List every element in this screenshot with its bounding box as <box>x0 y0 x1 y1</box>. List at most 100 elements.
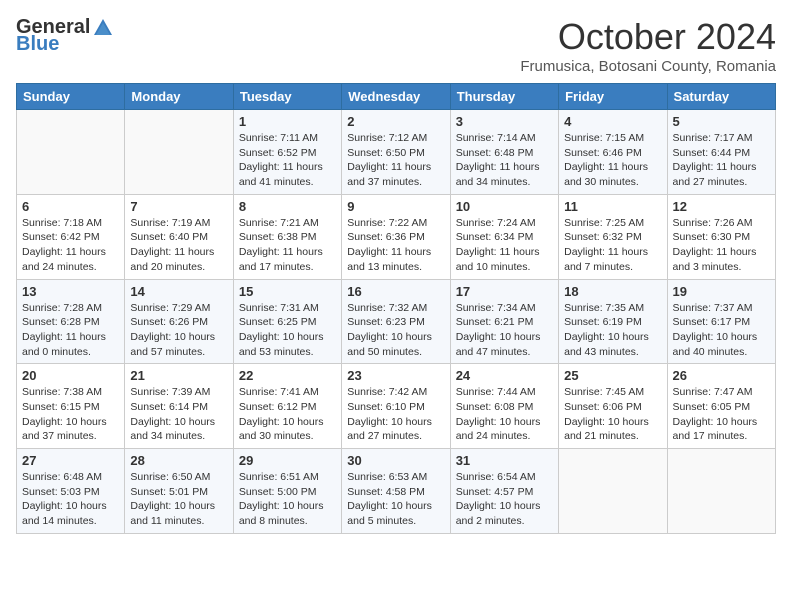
calendar-header-wednesday: Wednesday <box>342 84 450 110</box>
calendar-header-thursday: Thursday <box>450 84 558 110</box>
day-content: Sunrise: 7:14 AM Sunset: 6:48 PM Dayligh… <box>456 131 553 190</box>
calendar: SundayMondayTuesdayWednesdayThursdayFrid… <box>16 83 776 534</box>
calendar-header-friday: Friday <box>559 84 667 110</box>
day-content: Sunrise: 7:19 AM Sunset: 6:40 PM Dayligh… <box>130 216 227 275</box>
calendar-cell: 30 Sunrise: 6:53 AM Sunset: 4:58 PM Dayli… <box>342 449 450 534</box>
calendar-header-tuesday: Tuesday <box>233 84 341 110</box>
day-content: Sunrise: 7:24 AM Sunset: 6:34 PM Dayligh… <box>456 216 553 275</box>
calendar-cell: 26 Sunrise: 7:47 AM Sunset: 6:05 PM Dayli… <box>667 364 775 449</box>
day-content: Sunrise: 7:12 AM Sunset: 6:50 PM Dayligh… <box>347 131 444 190</box>
day-content: Sunrise: 7:22 AM Sunset: 6:36 PM Dayligh… <box>347 216 444 275</box>
day-number: 21 <box>130 368 227 383</box>
day-number: 12 <box>673 199 770 214</box>
day-content: Sunrise: 7:21 AM Sunset: 6:38 PM Dayligh… <box>239 216 336 275</box>
calendar-week-1: 1 Sunrise: 7:11 AM Sunset: 6:52 PM Daylig… <box>17 110 776 195</box>
day-content: Sunrise: 7:41 AM Sunset: 6:12 PM Dayligh… <box>239 385 336 444</box>
day-number: 8 <box>239 199 336 214</box>
calendar-cell: 29 Sunrise: 6:51 AM Sunset: 5:00 PM Dayli… <box>233 449 341 534</box>
day-content: Sunrise: 6:51 AM Sunset: 5:00 PM Dayligh… <box>239 470 336 529</box>
day-number: 17 <box>456 284 553 299</box>
day-content: Sunrise: 7:26 AM Sunset: 6:30 PM Dayligh… <box>673 216 770 275</box>
calendar-week-3: 13 Sunrise: 7:28 AM Sunset: 6:28 PM Dayli… <box>17 279 776 364</box>
logo-blue-text: Blue <box>16 33 59 56</box>
calendar-cell: 25Sunrise: 7:45 AM Sunset: 6:06 PM Dayli… <box>559 364 667 449</box>
day-number: 22 <box>239 368 336 383</box>
day-number: 16 <box>347 284 444 299</box>
day-content: Sunrise: 7:35 AM Sunset: 6:19 PM Dayligh… <box>564 301 661 360</box>
day-number: 1 <box>239 114 336 129</box>
location: Frumusica, Botosani County, Romania <box>520 58 776 75</box>
day-number: 13 <box>22 284 119 299</box>
calendar-header-row: SundayMondayTuesdayWednesdayThursdayFrid… <box>17 84 776 110</box>
calendar-cell <box>17 110 125 195</box>
day-number: 15 <box>239 284 336 299</box>
day-content: Sunrise: 7:47 AM Sunset: 6:05 PM Dayligh… <box>673 385 770 444</box>
day-content: Sunrise: 7:28 AM Sunset: 6:28 PM Dayligh… <box>22 301 119 360</box>
calendar-cell: 19Sunrise: 7:37 AM Sunset: 6:17 PM Dayli… <box>667 279 775 364</box>
calendar-cell <box>667 449 775 534</box>
day-content: Sunrise: 7:15 AM Sunset: 6:46 PM Dayligh… <box>564 131 661 190</box>
calendar-week-4: 20Sunrise: 7:38 AM Sunset: 6:15 PM Dayli… <box>17 364 776 449</box>
day-number: 25 <box>564 368 661 383</box>
calendar-cell: 27 Sunrise: 6:48 AM Sunset: 5:03 PM Dayli… <box>17 449 125 534</box>
day-content: Sunrise: 7:44 AM Sunset: 6:08 PM Dayligh… <box>456 385 553 444</box>
day-content: Sunrise: 6:54 AM Sunset: 4:57 PM Dayligh… <box>456 470 553 529</box>
day-number: 6 <box>22 199 119 214</box>
calendar-cell: 13 Sunrise: 7:28 AM Sunset: 6:28 PM Dayli… <box>17 279 125 364</box>
page-header: General Blue October 2024 Frumusica, Bot… <box>16 16 776 75</box>
day-number: 29 <box>239 453 336 468</box>
calendar-header-monday: Monday <box>125 84 233 110</box>
day-content: Sunrise: 6:48 AM Sunset: 5:03 PM Dayligh… <box>22 470 119 529</box>
day-number: 14 <box>130 284 227 299</box>
day-number: 10 <box>456 199 553 214</box>
logo-icon <box>92 17 114 39</box>
day-number: 28 <box>130 453 227 468</box>
day-number: 3 <box>456 114 553 129</box>
day-number: 11 <box>564 199 661 214</box>
day-number: 31 <box>456 453 553 468</box>
day-content: Sunrise: 7:17 AM Sunset: 6:44 PM Dayligh… <box>673 131 770 190</box>
day-content: Sunrise: 6:53 AM Sunset: 4:58 PM Dayligh… <box>347 470 444 529</box>
day-number: 19 <box>673 284 770 299</box>
day-content: Sunrise: 7:18 AM Sunset: 6:42 PM Dayligh… <box>22 216 119 275</box>
day-number: 26 <box>673 368 770 383</box>
month-title: October 2024 <box>520 16 776 58</box>
day-number: 30 <box>347 453 444 468</box>
day-content: Sunrise: 7:34 AM Sunset: 6:21 PM Dayligh… <box>456 301 553 360</box>
calendar-cell: 28 Sunrise: 6:50 AM Sunset: 5:01 PM Dayli… <box>125 449 233 534</box>
calendar-cell <box>125 110 233 195</box>
calendar-cell: 11 Sunrise: 7:25 AM Sunset: 6:32 PM Dayli… <box>559 194 667 279</box>
day-content: Sunrise: 7:29 AM Sunset: 6:26 PM Dayligh… <box>130 301 227 360</box>
calendar-cell: 4 Sunrise: 7:15 AM Sunset: 6:46 PM Daylig… <box>559 110 667 195</box>
calendar-cell: 31 Sunrise: 6:54 AM Sunset: 4:57 PM Dayli… <box>450 449 558 534</box>
calendar-cell: 17 Sunrise: 7:34 AM Sunset: 6:21 PM Dayli… <box>450 279 558 364</box>
day-number: 9 <box>347 199 444 214</box>
day-content: Sunrise: 7:25 AM Sunset: 6:32 PM Dayligh… <box>564 216 661 275</box>
calendar-header-saturday: Saturday <box>667 84 775 110</box>
calendar-cell: 22 Sunrise: 7:41 AM Sunset: 6:12 PM Dayli… <box>233 364 341 449</box>
day-content: Sunrise: 7:32 AM Sunset: 6:23 PM Dayligh… <box>347 301 444 360</box>
calendar-cell <box>559 449 667 534</box>
calendar-cell: 15Sunrise: 7:31 AM Sunset: 6:25 PM Dayli… <box>233 279 341 364</box>
title-block: October 2024 Frumusica, Botosani County,… <box>520 16 776 75</box>
day-content: Sunrise: 7:42 AM Sunset: 6:10 PM Dayligh… <box>347 385 444 444</box>
calendar-cell: 14 Sunrise: 7:29 AM Sunset: 6:26 PM Dayli… <box>125 279 233 364</box>
calendar-cell: 1 Sunrise: 7:11 AM Sunset: 6:52 PM Daylig… <box>233 110 341 195</box>
calendar-cell: 7Sunrise: 7:19 AM Sunset: 6:40 PM Daylig… <box>125 194 233 279</box>
day-content: Sunrise: 7:11 AM Sunset: 6:52 PM Dayligh… <box>239 131 336 190</box>
day-content: Sunrise: 7:39 AM Sunset: 6:14 PM Dayligh… <box>130 385 227 444</box>
calendar-cell: 8 Sunrise: 7:21 AM Sunset: 6:38 PM Daylig… <box>233 194 341 279</box>
day-number: 20 <box>22 368 119 383</box>
calendar-cell: 20Sunrise: 7:38 AM Sunset: 6:15 PM Dayli… <box>17 364 125 449</box>
calendar-cell: 6 Sunrise: 7:18 AM Sunset: 6:42 PM Daylig… <box>17 194 125 279</box>
calendar-cell: 3 Sunrise: 7:14 AM Sunset: 6:48 PM Daylig… <box>450 110 558 195</box>
calendar-week-5: 27 Sunrise: 6:48 AM Sunset: 5:03 PM Dayli… <box>17 449 776 534</box>
calendar-cell: 23Sunrise: 7:42 AM Sunset: 6:10 PM Dayli… <box>342 364 450 449</box>
calendar-cell: 9 Sunrise: 7:22 AM Sunset: 6:36 PM Daylig… <box>342 194 450 279</box>
day-content: Sunrise: 6:50 AM Sunset: 5:01 PM Dayligh… <box>130 470 227 529</box>
calendar-cell: 10 Sunrise: 7:24 AM Sunset: 6:34 PM Dayli… <box>450 194 558 279</box>
day-number: 4 <box>564 114 661 129</box>
calendar-week-2: 6 Sunrise: 7:18 AM Sunset: 6:42 PM Daylig… <box>17 194 776 279</box>
calendar-header-sunday: Sunday <box>17 84 125 110</box>
day-number: 27 <box>22 453 119 468</box>
